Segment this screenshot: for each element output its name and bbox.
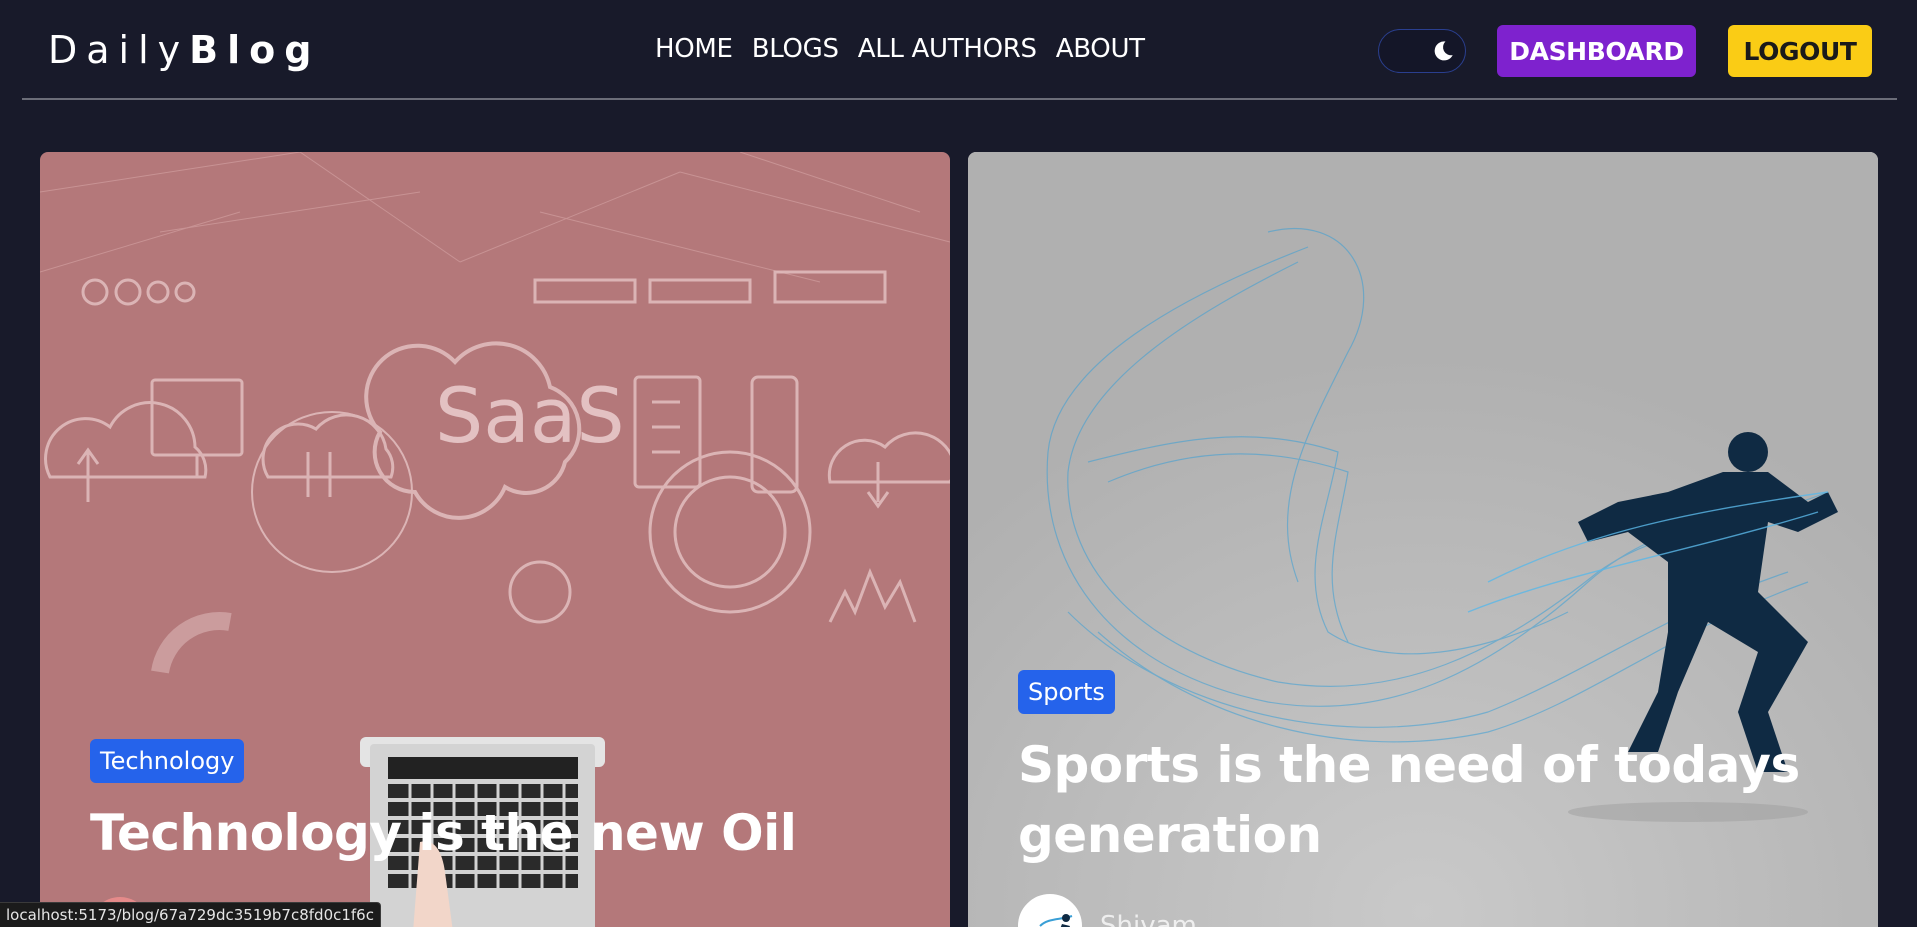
post-title[interactable]: Sports is the need of todays generation [1018, 730, 1800, 870]
site-logo[interactable]: DailyBlog [48, 28, 320, 72]
author-avatar [1018, 894, 1082, 927]
author-row[interactable]: Shivam [1018, 894, 1197, 927]
post-title[interactable]: Technology is the new Oil [90, 798, 797, 868]
post-title-line-1: Sports is the need of todays [1018, 736, 1800, 794]
logout-button[interactable]: LOGOUT [1728, 25, 1872, 77]
author-name: Shivam [1100, 911, 1197, 927]
logo-light-text: Daily [48, 28, 190, 72]
dashboard-button[interactable]: DASHBOARD [1497, 25, 1696, 77]
blog-card-sports[interactable]: Sports Sports is the need of todays gener… [968, 152, 1878, 927]
main-nav: HOME BLOGS ALL AUTHORS ABOUT [655, 34, 1145, 64]
nav-all-authors[interactable]: ALL AUTHORS [858, 34, 1037, 64]
nav-blogs[interactable]: BLOGS [752, 34, 839, 64]
post-title-line-2: generation [1018, 806, 1322, 864]
nav-home[interactable]: HOME [655, 34, 733, 64]
browser-status-url: localhost:5173/blog/67a729dc3519b7c8fd0c… [0, 902, 381, 927]
logo-bold-text: Blog [189, 28, 321, 72]
moon-icon [1434, 41, 1453, 61]
saas-image-text: SaaS [435, 371, 625, 460]
category-badge[interactable]: Technology [90, 739, 245, 783]
site-header: DailyBlog HOME BLOGS ALL AUTHORS ABOUT D… [22, 0, 1897, 100]
blog-card-technology[interactable]: SaaS Technology Technology is the new Oi… [40, 152, 950, 927]
theme-toggle[interactable] [1378, 29, 1466, 73]
nav-about[interactable]: ABOUT [1056, 34, 1145, 64]
category-badge[interactable]: Sports [1018, 670, 1115, 714]
runner-avatar-icon [1020, 896, 1080, 927]
